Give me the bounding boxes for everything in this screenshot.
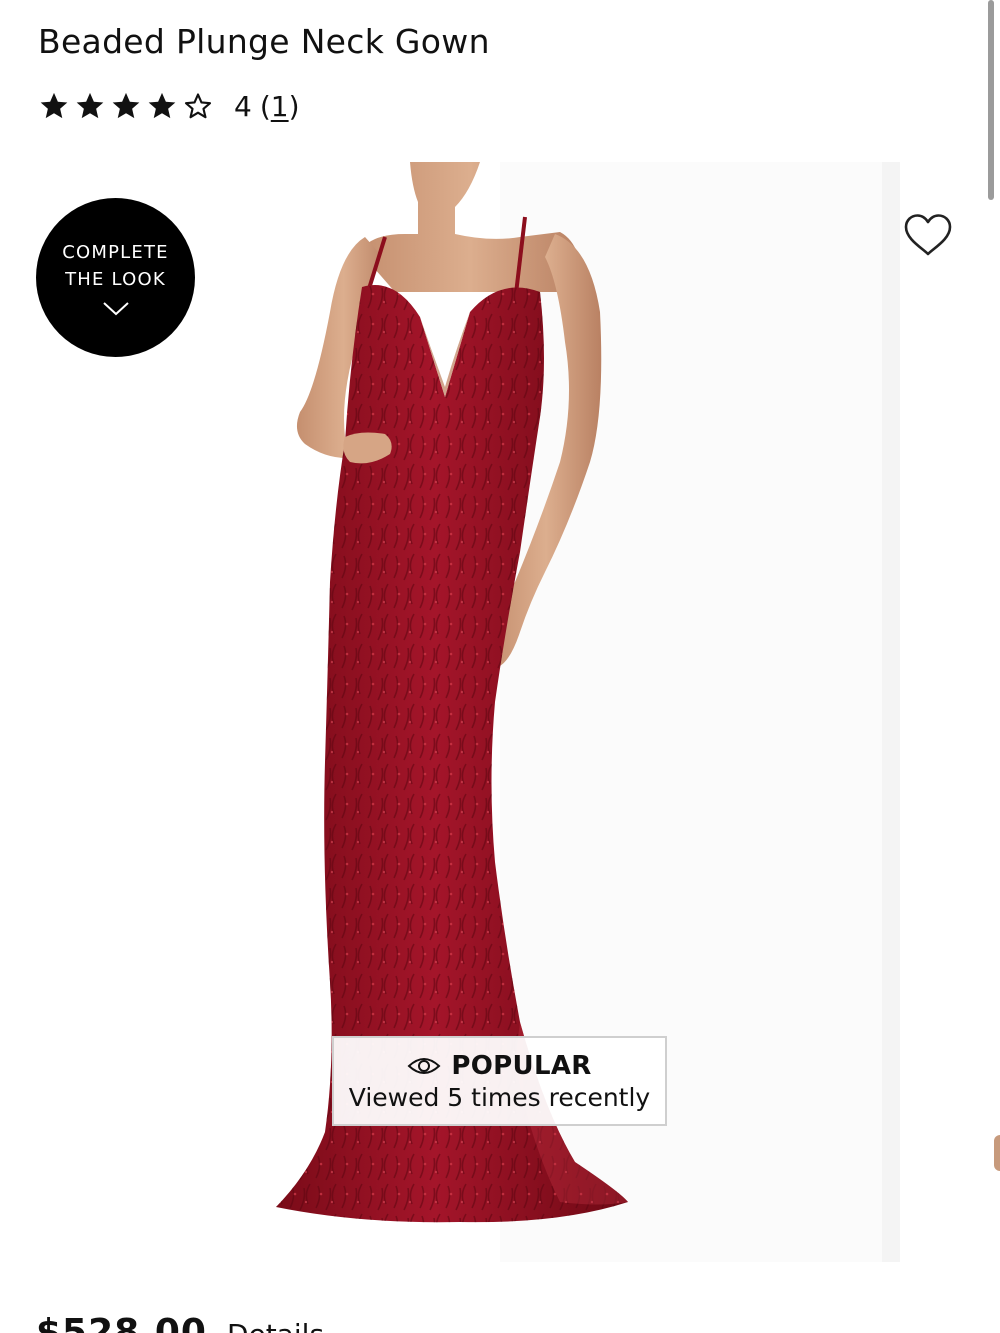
heart-outline-icon <box>904 214 952 256</box>
eye-icon <box>407 1055 441 1077</box>
product-page: Beaded Plunge Neck Gown 4 (1) COMPLETE T… <box>0 0 1000 1333</box>
star-filled-icon <box>146 90 178 122</box>
page-scrollbar[interactable] <box>988 0 994 200</box>
details-link[interactable]: Details <box>227 1318 324 1333</box>
popular-row: POPULAR <box>407 1051 591 1081</box>
star-filled-icon <box>110 90 142 122</box>
product-title: Beaded Plunge Neck Gown <box>38 22 490 61</box>
gallery-edge <box>882 162 900 1262</box>
star-empty-icon <box>182 90 214 122</box>
next-image-peek[interactable] <box>994 1135 1000 1171</box>
popular-badge: POPULAR Viewed 5 times recently <box>332 1036 667 1126</box>
price-row: $528.00 Details <box>36 1312 324 1333</box>
complete-look-line1: COMPLETE <box>62 241 169 263</box>
chevron-down-icon <box>102 293 130 317</box>
wishlist-button[interactable] <box>902 212 954 258</box>
star-filled-icon <box>38 90 70 122</box>
review-count-link[interactable]: (1) <box>260 90 300 123</box>
complete-look-line2: THE LOOK <box>65 268 166 290</box>
product-rating[interactable]: 4 (1) <box>38 86 300 126</box>
complete-the-look-button[interactable]: COMPLETE THE LOOK <box>36 198 195 357</box>
star-filled-icon <box>74 90 106 122</box>
rating-value: 4 <box>234 89 252 123</box>
rating-stars <box>38 90 214 122</box>
product-price: $528.00 <box>36 1312 207 1333</box>
popular-title: POPULAR <box>451 1050 592 1081</box>
popular-subtitle: Viewed 5 times recently <box>348 1082 651 1112</box>
